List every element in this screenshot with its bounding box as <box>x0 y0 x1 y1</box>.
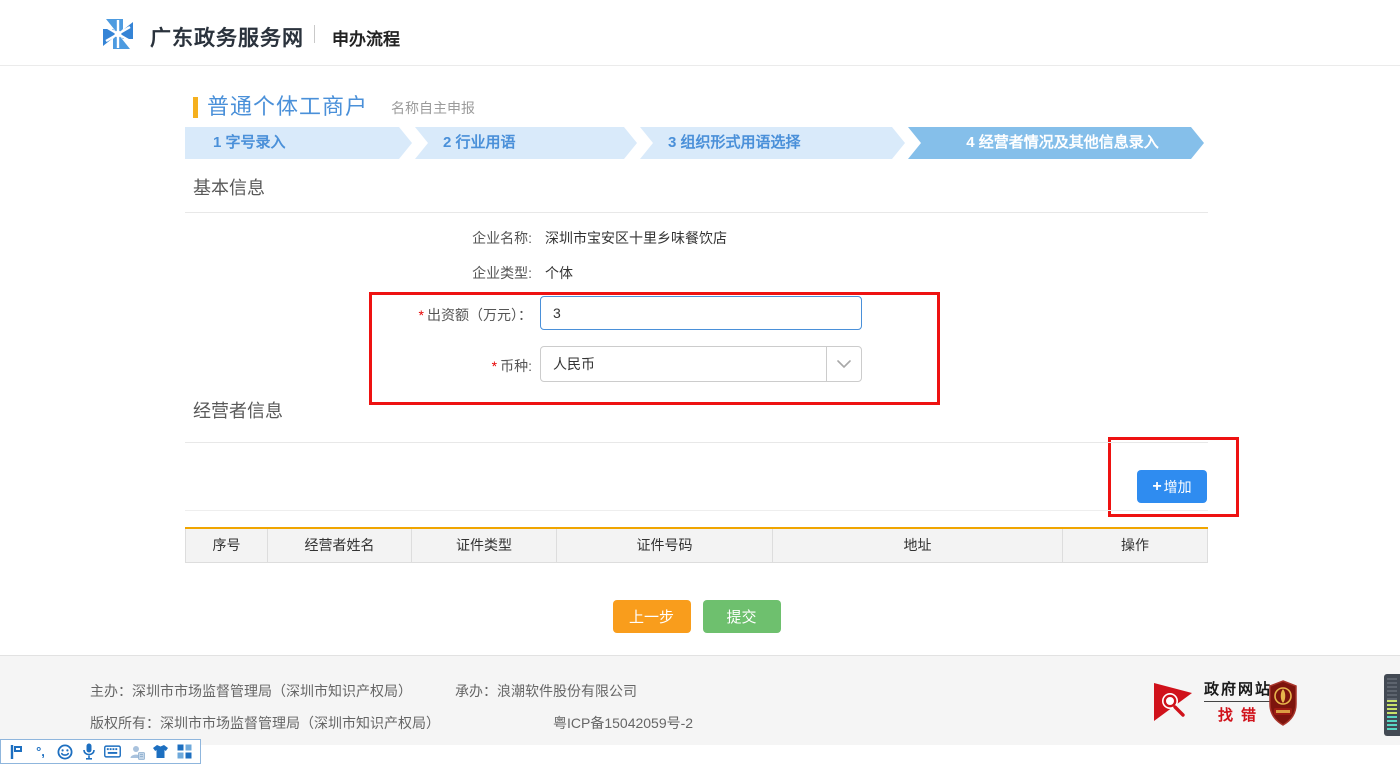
col-header-operation: 操作 <box>1063 529 1207 562</box>
company-type-label: 企业类型: <box>185 263 532 283</box>
footer-icp-number: 粤ICP备15042059号-2 <box>553 713 693 733</box>
currency-select[interactable]: 人民币 <box>540 346 862 382</box>
site-title: 广东政务服务网 <box>150 22 304 52</box>
currency-selected-value: 人民币 <box>541 347 826 381</box>
error-badge-title: 政府网站 <box>1204 678 1272 702</box>
error-badge-texts: 政府网站 找错 <box>1204 678 1272 725</box>
chevron-down-icon <box>837 360 851 369</box>
ime-toolbar: °, <box>0 739 201 764</box>
company-name-label: 企业名称: <box>185 228 532 248</box>
plus-icon: + <box>1152 478 1161 496</box>
ime-skin-shirt-icon[interactable] <box>152 743 169 760</box>
col-header-address: 地址 <box>773 529 1063 562</box>
company-type-value: 个体 <box>545 263 573 283</box>
footer-copyright: 版权所有：深圳市市场监督管理局（深圳市知识产权局） <box>90 713 440 733</box>
divider <box>185 510 1208 511</box>
ime-punctuation-icon[interactable]: °, <box>32 743 49 760</box>
ime-keyboard-icon[interactable] <box>104 743 121 760</box>
capital-input[interactable] <box>540 296 862 330</box>
page-title: 普通个体工商户 <box>207 89 368 121</box>
section-title-basic-info: 基本信息 <box>193 174 265 200</box>
col-header-seq: 序号 <box>186 529 268 562</box>
col-header-cert-number: 证件号码 <box>557 529 773 562</box>
footer-undertaker: 承办：浪潮软件股份有限公司 <box>455 681 637 701</box>
col-header-operator-name: 经营者姓名 <box>268 529 412 562</box>
required-mark: * <box>419 307 424 323</box>
currency-dropdown-button[interactable] <box>826 347 861 381</box>
capital-label: *出资额（万元）： <box>185 305 532 325</box>
title-accent-bar <box>193 97 198 118</box>
step-tab-2[interactable]: 2 行业用语 <box>415 127 637 159</box>
ime-microphone-icon[interactable] <box>80 743 97 760</box>
currency-label: *币种: <box>185 356 532 376</box>
step-tab-1[interactable]: 1 字号录入 <box>185 127 412 159</box>
page-root: 广东政务服务网 申办流程 普通个体工商户 名称自主申报 1 字号录入 2 行业用… <box>0 0 1400 764</box>
divider <box>185 442 1208 443</box>
section-title-operator-info: 经营者信息 <box>193 397 283 423</box>
col-header-cert-type: 证件类型 <box>412 529 557 562</box>
error-report-magnifier-icon <box>1152 679 1198 725</box>
ime-user-profile-icon[interactable] <box>128 743 145 760</box>
top-header: 广东政务服务网 申办流程 <box>0 0 1400 66</box>
add-button-label: 增加 <box>1164 477 1192 497</box>
floating-minimap-widget[interactable] <box>1384 674 1400 736</box>
footer-host: 主办：深圳市市场监督管理局（深圳市知识产权局） <box>90 681 412 701</box>
header-divider <box>314 25 315 43</box>
operator-table: 序号 经营者姓名 证件类型 证件号码 地址 操作 <box>185 527 1208 563</box>
page-subtitle: 名称自主申报 <box>391 98 475 118</box>
required-mark: * <box>492 358 497 374</box>
gov-site-error-report-badge[interactable]: 政府网站 找错 <box>1152 678 1272 725</box>
error-badge-sub: 找错 <box>1204 704 1272 725</box>
previous-step-button[interactable]: 上一步 <box>613 600 691 633</box>
ime-emoji-icon[interactable] <box>56 743 73 760</box>
step-wizard: 1 字号录入 2 行业用语 3 组织形式用语选择 4 经营者情况及其他信息录入 <box>185 127 1204 159</box>
minimap-stripes-teal <box>1387 716 1397 730</box>
ime-toolbox-grid-icon[interactable] <box>176 743 193 760</box>
site-logo-icon <box>99 15 137 53</box>
divider <box>185 212 1208 213</box>
submit-button[interactable]: 提交 <box>703 600 781 633</box>
step-tab-3[interactable]: 3 组织形式用语选择 <box>640 127 905 159</box>
step-tab-4-active[interactable]: 4 经营者情况及其他信息录入 <box>908 127 1204 159</box>
action-button-row: 上一步 提交 <box>185 600 1208 633</box>
add-operator-button[interactable]: + 增加 <box>1137 470 1207 503</box>
credit-shield-badge-icon[interactable] <box>1268 680 1298 726</box>
nav-application-process[interactable]: 申办流程 <box>332 25 400 50</box>
minimap-stripes-gray <box>1387 678 1397 700</box>
company-name-value: 深圳市宝安区十里乡味餐饮店 <box>545 228 727 248</box>
minimap-stripes-yellow <box>1387 700 1397 716</box>
operator-table-header-row: 序号 经营者姓名 证件类型 证件号码 地址 操作 <box>185 529 1208 563</box>
page-footer: 主办：深圳市市场监督管理局（深圳市知识产权局） 承办：浪潮软件股份有限公司 版权… <box>0 655 1400 745</box>
ime-language-flag-icon[interactable] <box>8 743 25 760</box>
